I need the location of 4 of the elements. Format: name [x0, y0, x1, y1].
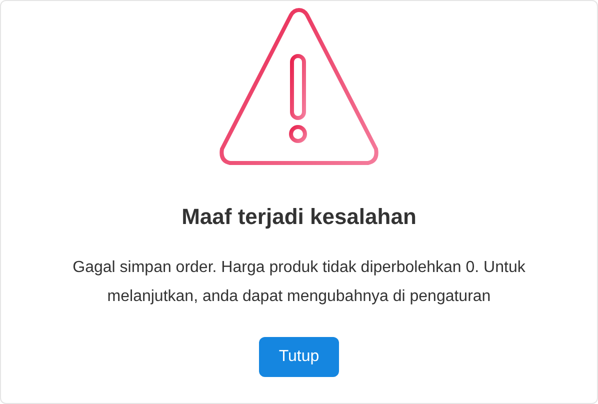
warning-icon — [218, 6, 380, 166]
close-button[interactable]: Tutup — [258, 337, 340, 377]
dialog-title: Maaf terjadi kesalahan — [182, 203, 416, 231]
error-message: Gagal simpan order. Harga produk tidak diperbolehkan 0. Untuk melanjutkan, anda dapat mengubahnya di pengaturan — [72, 258, 526, 307]
